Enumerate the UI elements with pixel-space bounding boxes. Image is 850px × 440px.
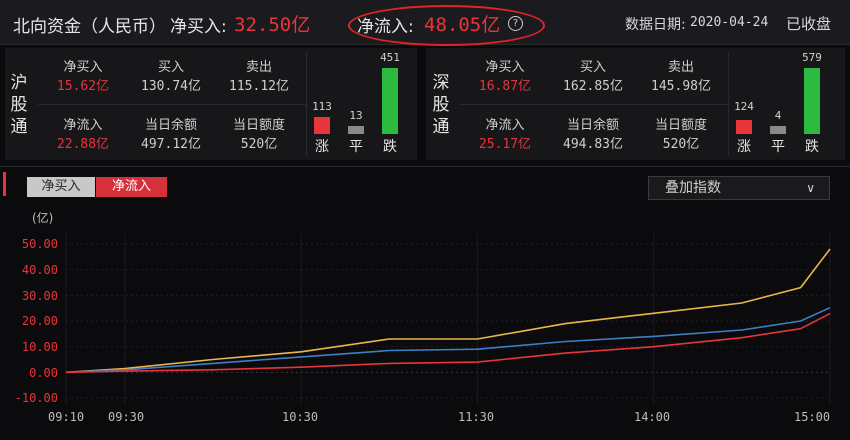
series-line-0 [65,248,831,374]
north-capital-panel: 北向资金（人民币） 净买入: 32.50亿 净流入: 48.05亿 ? 数据日期… [0,0,850,440]
flow-chart [65,234,831,404]
